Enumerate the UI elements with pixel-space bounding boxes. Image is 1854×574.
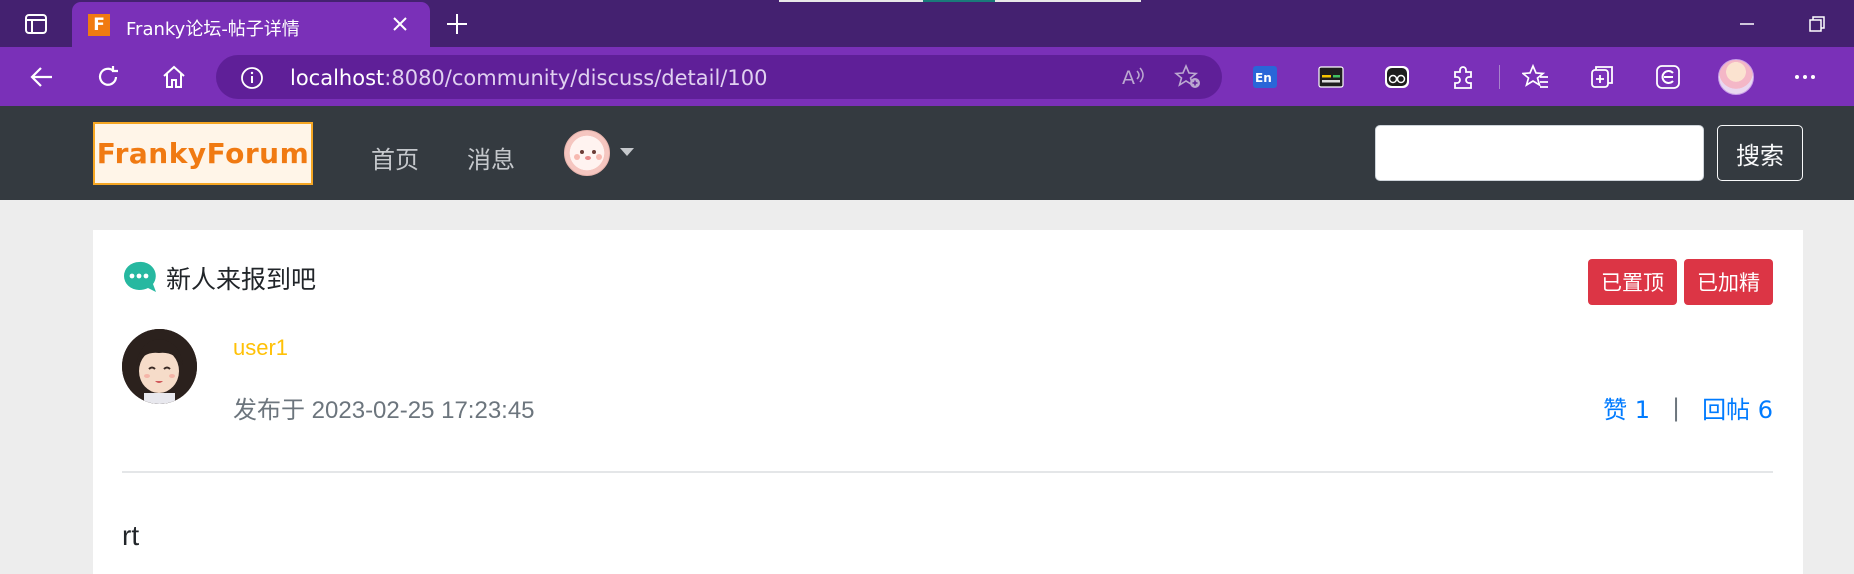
svg-text:En: En (1255, 71, 1272, 85)
browser-tab-active[interactable]: F Franky论坛-帖子详情 (72, 2, 430, 47)
home-icon[interactable] (159, 62, 189, 92)
top-indicator (923, 0, 995, 2)
site-navbar: FrankyForum 首页 消息 搜索 (0, 106, 1854, 200)
back-arrow-icon[interactable] (27, 62, 57, 92)
stats-separator: | (1672, 393, 1681, 422)
site-logo[interactable]: FrankyForum (93, 122, 313, 185)
content-divider (122, 471, 1773, 473)
console-extension-icon[interactable] (1316, 62, 1346, 92)
more-menu-icon[interactable] (1790, 62, 1820, 92)
post-title: 新人来报到吧 (166, 265, 317, 294)
nav-home-link[interactable]: 首页 (371, 140, 419, 175)
browser-tab-strip: F Franky论坛-帖子详情 (0, 0, 1854, 47)
pinned-badge[interactable]: 已置顶 (1588, 259, 1677, 305)
add-favorite-icon[interactable] (1173, 63, 1202, 95)
user-avatar[interactable] (564, 130, 610, 176)
profile-avatar[interactable] (1718, 59, 1754, 95)
publish-info: 发布于 2023-02-25 17:23:45 (233, 390, 535, 425)
tab-actions-icon[interactable] (18, 10, 54, 38)
restore-window-icon[interactable] (1805, 12, 1829, 36)
browser-essentials-icon[interactable] (1653, 62, 1683, 92)
publish-prefix: 发布于 (233, 396, 305, 424)
new-tab-icon[interactable] (443, 10, 471, 38)
url-text[interactable]: localhost:8080/community/discuss/detail/… (290, 66, 767, 90)
favorites-icon[interactable] (1521, 62, 1551, 92)
close-tab-icon[interactable] (390, 14, 410, 34)
translate-extension-icon[interactable]: En (1250, 62, 1280, 92)
like-link[interactable]: 赞 1 (1603, 390, 1650, 425)
post-card: 新人来报到吧 已置顶 已加精 user1 发布于 2023-02-25 17:2… (93, 230, 1803, 574)
collections-icon[interactable] (1587, 62, 1617, 92)
refresh-icon[interactable] (93, 62, 123, 92)
post-stats: 赞 1 | 回帖 6 (1603, 390, 1773, 425)
author-name-link[interactable]: user1 (233, 335, 288, 361)
author-avatar[interactable] (122, 329, 197, 404)
owl-extension-icon[interactable] (1382, 62, 1412, 92)
address-bar[interactable]: localhost:8080/community/discuss/detail/… (216, 55, 1222, 99)
search-input[interactable] (1375, 125, 1704, 181)
minimize-icon[interactable] (1735, 12, 1759, 36)
reply-link[interactable]: 回帖 6 (1702, 390, 1773, 425)
svg-text:A: A (1122, 67, 1135, 89)
chat-bubble-icon (122, 260, 158, 294)
top-indicator (995, 0, 1141, 2)
post-body: rt (122, 520, 140, 551)
toolbar-divider (1499, 65, 1500, 89)
read-aloud-icon[interactable]: A (1120, 65, 1146, 94)
browser-toolbar: localhost:8080/community/discuss/detail/… (0, 47, 1854, 106)
top-indicator (779, 0, 923, 2)
extensions-puzzle-icon[interactable] (1448, 62, 1478, 92)
featured-badge[interactable]: 已加精 (1684, 259, 1773, 305)
publish-time: 2023-02-25 17:23:45 (311, 397, 535, 424)
search-button[interactable]: 搜索 (1717, 125, 1803, 181)
browser-tab-title: Franky论坛-帖子详情 (126, 19, 300, 40)
user-menu-caret-icon[interactable] (620, 148, 634, 156)
nav-messages-link[interactable]: 消息 (467, 140, 515, 175)
franky-favicon-icon: F (88, 14, 110, 36)
site-info-icon[interactable] (240, 66, 264, 95)
